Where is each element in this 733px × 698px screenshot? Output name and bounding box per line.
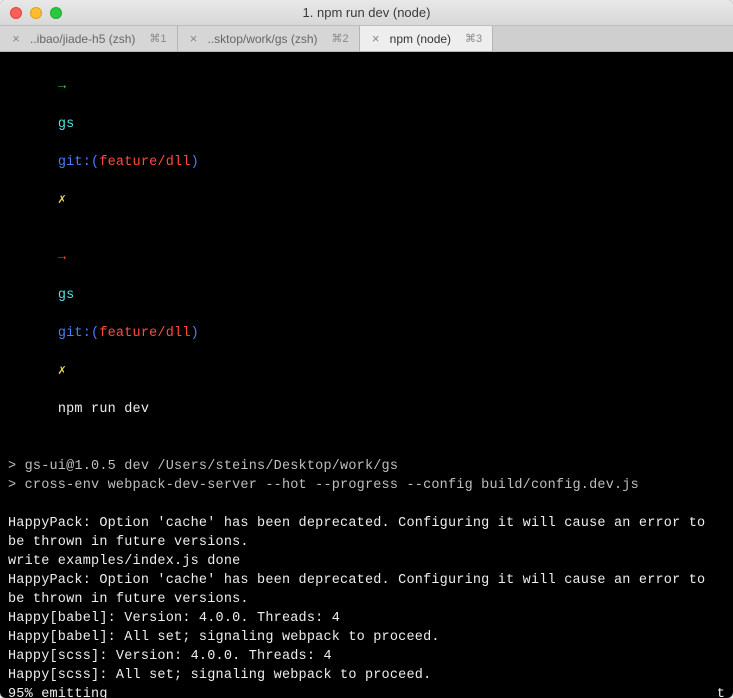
output-line: HappyPack: Option 'cache' has been depre… bbox=[8, 514, 725, 552]
minimize-icon[interactable] bbox=[30, 7, 42, 19]
git-branch: feature/dll bbox=[99, 326, 190, 341]
output-line: Happy[babel]: All set; signaling webpack… bbox=[8, 628, 725, 647]
prompt-dir: gs bbox=[58, 288, 75, 303]
git-dirty-icon: ✗ bbox=[58, 193, 66, 208]
window-title: 1. npm run dev (node) bbox=[8, 5, 725, 20]
tab-3[interactable]: × npm (node) ⌘3 bbox=[360, 26, 494, 51]
prompt-dir: gs bbox=[58, 117, 75, 132]
tab-shortcut: ⌘1 bbox=[149, 32, 166, 45]
tabs-bar: × ..ibao/jiade-h5 (zsh) ⌘1 × ..sktop/wor… bbox=[0, 26, 733, 52]
maximize-icon[interactable] bbox=[50, 7, 62, 19]
output-line: Happy[scss]: All set; signaling webpack … bbox=[8, 666, 725, 685]
output-line: Happy[babel]: Version: 4.0.0. Threads: 4 bbox=[8, 609, 725, 628]
git-branch: feature/dll bbox=[99, 155, 190, 170]
progress-text: 95% emitting bbox=[8, 685, 108, 698]
prompt-arrow-icon: → bbox=[58, 250, 66, 265]
titlebar[interactable]: 1. npm run dev (node) bbox=[0, 0, 733, 26]
tab-2[interactable]: × ..sktop/work/gs (zsh) ⌘2 bbox=[178, 26, 360, 51]
terminal-content[interactable]: → gs git:(feature/dll) ✗ → gs git:(featu… bbox=[0, 52, 733, 698]
close-icon[interactable]: × bbox=[370, 31, 382, 46]
tab-filler bbox=[493, 26, 733, 51]
progress-trail: t bbox=[717, 685, 725, 698]
terminal-window: 1. npm run dev (node) × ..ibao/jiade-h5 … bbox=[0, 0, 733, 698]
output-line: > gs-ui@1.0.5 dev /Users/steins/Desktop/… bbox=[8, 457, 725, 476]
tab-shortcut: ⌘2 bbox=[332, 32, 349, 45]
output-line: write examples/index.js done bbox=[8, 552, 725, 571]
git-prefix: git:( bbox=[58, 155, 100, 170]
close-icon[interactable]: × bbox=[188, 31, 200, 46]
prompt-arrow-icon: → bbox=[58, 79, 66, 94]
tab-label: ..sktop/work/gs (zsh) bbox=[208, 32, 318, 46]
git-suffix: ) bbox=[191, 155, 199, 170]
git-prefix: git:( bbox=[58, 326, 100, 341]
git-suffix: ) bbox=[191, 326, 199, 341]
prompt-line: → gs git:(feature/dll) ✗ bbox=[8, 58, 725, 229]
tab-shortcut: ⌘3 bbox=[465, 32, 482, 45]
output-line: > cross-env webpack-dev-server --hot --p… bbox=[8, 476, 725, 495]
output-line: Happy[scss]: Version: 4.0.0. Threads: 4 bbox=[8, 647, 725, 666]
progress-line: 95% emitting t bbox=[8, 685, 725, 698]
prompt-line-cmd: → gs git:(feature/dll) ✗ npm run dev bbox=[8, 229, 725, 438]
traffic-lights bbox=[10, 7, 62, 19]
close-icon[interactable] bbox=[10, 7, 22, 19]
git-dirty-icon: ✗ bbox=[58, 364, 66, 379]
tab-1[interactable]: × ..ibao/jiade-h5 (zsh) ⌘1 bbox=[0, 26, 178, 51]
tab-label: ..ibao/jiade-h5 (zsh) bbox=[30, 32, 135, 46]
close-icon[interactable]: × bbox=[10, 31, 22, 46]
output-line: HappyPack: Option 'cache' has been depre… bbox=[8, 571, 725, 609]
command-text: npm run dev bbox=[58, 402, 149, 417]
tab-label: npm (node) bbox=[390, 32, 451, 46]
